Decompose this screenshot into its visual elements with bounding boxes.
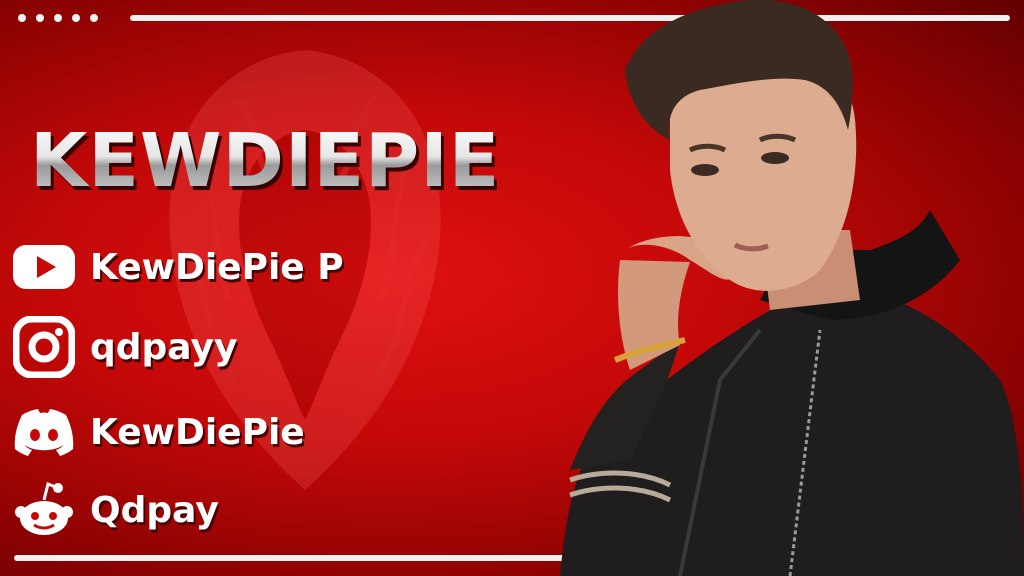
channel-banner: KEWDIEPIE KewDiePie P qdpayy KewDiePie Q… — [0, 0, 1024, 576]
social-reddit: Qdpay — [12, 478, 219, 542]
reddit-icon — [12, 478, 76, 542]
social-youtube: KewDiePie P — [12, 235, 344, 299]
creator-photo — [560, 0, 1024, 576]
dot — [54, 14, 62, 22]
top-dots — [18, 14, 98, 22]
dot — [90, 14, 98, 22]
dot — [72, 14, 80, 22]
youtube-icon — [12, 235, 76, 299]
channel-title: KEWDIEPIE — [30, 118, 501, 204]
instagram-handle: qdpayy — [90, 326, 238, 368]
reddit-handle: Qdpay — [90, 489, 219, 531]
discord-handle: KewDiePie — [90, 411, 305, 453]
social-discord: KewDiePie — [12, 400, 305, 464]
social-instagram: qdpayy — [12, 315, 237, 379]
youtube-handle: KewDiePie P — [90, 246, 344, 288]
dot — [36, 14, 44, 22]
discord-icon — [12, 400, 76, 464]
instagram-icon — [12, 315, 76, 379]
dot — [18, 14, 26, 22]
